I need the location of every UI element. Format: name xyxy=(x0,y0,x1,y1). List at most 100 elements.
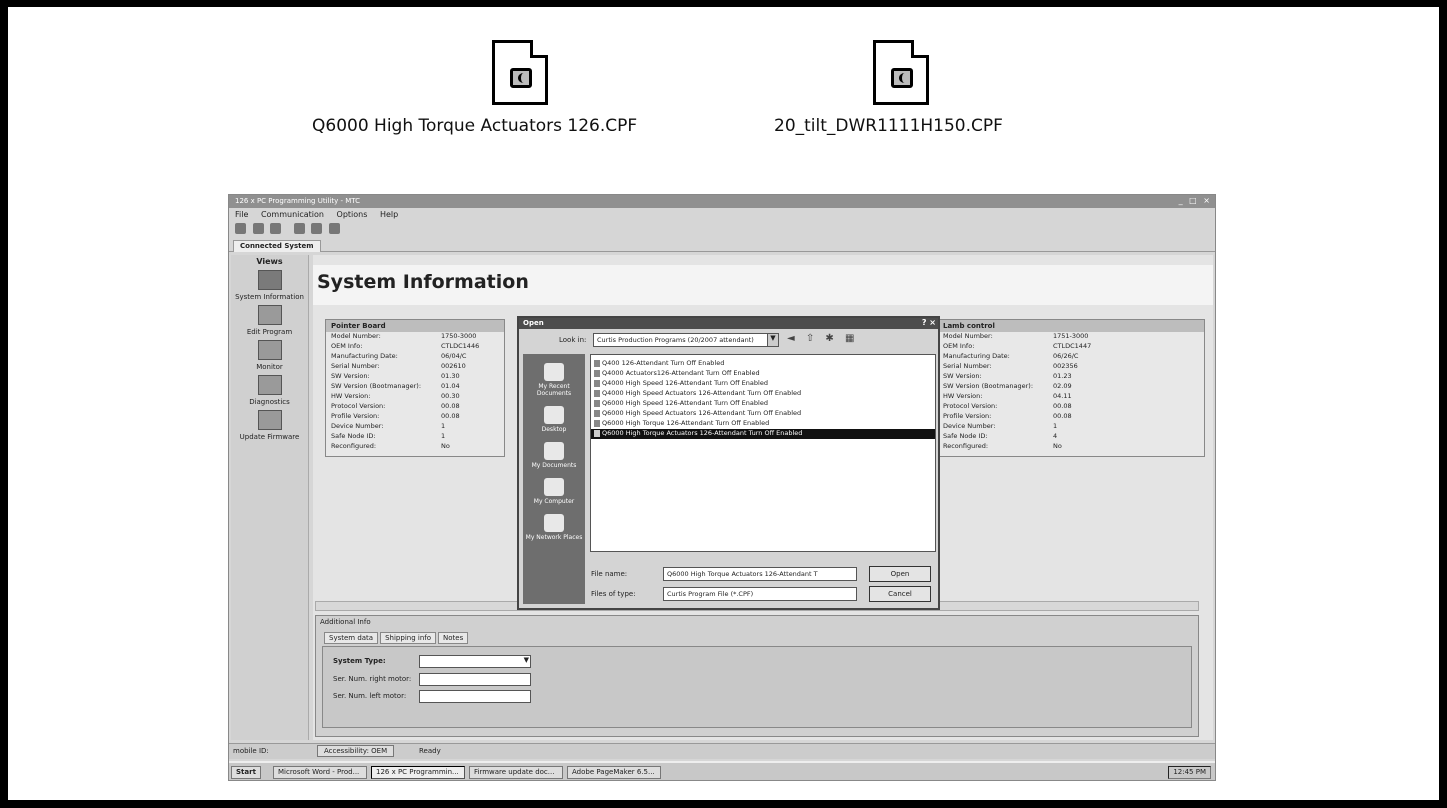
look-in-select[interactable]: Curtis Production Programs (20/2007 atte… xyxy=(593,333,779,347)
list-item[interactable]: Q6000 High Speed 126-Attendant Turn Off … xyxy=(591,399,935,409)
file-name-input[interactable]: Q6000 High Torque Actuators 126-Attendan… xyxy=(663,567,857,581)
toolbar xyxy=(229,221,1215,239)
app-title: 126 x PC Programming Utility - MTC xyxy=(235,197,361,205)
task-programming-utility[interactable]: 126 x PC Programmin... xyxy=(371,766,465,779)
right-info-panel: Lamb control Model Number: 1751-3000 OEM I… xyxy=(937,319,1205,457)
info-key: Protocol Version: xyxy=(331,402,386,410)
cancel-button[interactable]: Cancel xyxy=(869,586,931,602)
network-places-icon xyxy=(544,514,564,532)
left-panel-title: Pointer Board xyxy=(326,320,504,332)
info-key: OEM Info: xyxy=(331,342,363,350)
info-value: 002610 xyxy=(441,362,466,370)
system-type-select[interactable]: ▼ xyxy=(419,655,531,668)
status-mobile-id: mobile ID: xyxy=(233,747,269,755)
view-system-information[interactable]: System Information xyxy=(231,270,308,301)
info-value: 00.08 xyxy=(1053,402,1072,410)
info-value: 002356 xyxy=(1053,362,1078,370)
desktop-icon xyxy=(544,406,564,424)
info-value: 01.23 xyxy=(1053,372,1072,380)
info-value: No xyxy=(441,442,450,450)
right-panel-title: Lamb control xyxy=(938,320,1204,332)
info-row: Protocol Version: 00.08 xyxy=(938,402,1204,412)
open-icon[interactable] xyxy=(293,223,305,234)
statusbar: mobile ID: Accessibility: OEM Ready xyxy=(229,743,1215,759)
list-item-selected[interactable]: Q6000 High Torque Actuators 126-Attendan… xyxy=(591,429,935,439)
info-row: Safe Node ID: 4 xyxy=(938,432,1204,442)
info-row: Protocol Version: 00.08 xyxy=(326,402,504,412)
info-row: SW Version: 01.23 xyxy=(938,372,1204,382)
place-my-computer[interactable]: My Computer xyxy=(523,478,585,505)
info-value: No xyxy=(1053,442,1062,450)
left-info-panel: Pointer Board Model Number: 1750-3000 OEM … xyxy=(325,319,505,457)
info-key: Model Number: xyxy=(943,332,993,340)
info-value: 06/04/C xyxy=(441,352,467,360)
settings-icon[interactable] xyxy=(270,223,282,234)
system-type-label: System Type: xyxy=(333,657,386,665)
cpf-file-icon[interactable] xyxy=(873,40,929,105)
menu-file[interactable]: File xyxy=(235,210,248,219)
cpf-file-icon[interactable] xyxy=(492,40,548,105)
list-item[interactable]: Q6000 High Speed Actuators 126-Attendant… xyxy=(591,409,935,419)
info-row: HW Version: 04.11 xyxy=(938,392,1204,402)
monitor-icon xyxy=(257,340,282,360)
info-value: CTLDC1447 xyxy=(1053,342,1092,350)
subtabs: System data Shipping info Notes xyxy=(324,632,470,644)
list-item[interactable]: Q400 126-Attendant Turn Off Enabled xyxy=(591,359,935,369)
menu-help[interactable]: Help xyxy=(380,210,398,219)
dialog-close-button[interactable]: ? × xyxy=(922,318,936,327)
info-key: Serial Number: xyxy=(943,362,992,370)
additional-info-panel: Additional Info System data Shipping info… xyxy=(315,615,1199,737)
tab-shipping-info[interactable]: Shipping info xyxy=(380,632,436,644)
tab-notes[interactable]: Notes xyxy=(438,632,469,644)
task-firmware-doc[interactable]: Firmware update doc... xyxy=(469,766,563,779)
place-desktop[interactable]: Desktop xyxy=(523,406,585,433)
disconnect-icon[interactable] xyxy=(252,223,264,234)
print-icon[interactable] xyxy=(328,223,340,234)
window-controls[interactable]: _ □ × xyxy=(1179,196,1212,205)
diagnostics-icon xyxy=(257,375,282,395)
look-in-label: Look in: xyxy=(559,336,587,344)
view-diagnostics[interactable]: Diagnostics xyxy=(231,375,308,406)
info-row: Reconfigured: No xyxy=(326,442,504,452)
info-value: 01.04 xyxy=(441,382,460,390)
place-network-places[interactable]: My Network Places xyxy=(523,514,585,541)
info-key: Manufacturing Date: xyxy=(943,352,1010,360)
start-button[interactable]: Start xyxy=(231,766,261,779)
list-item[interactable]: Q4000 High Speed Actuators 126-Attendant… xyxy=(591,389,935,399)
list-item[interactable]: Q4000 Actuators126-Attendant Turn Off En… xyxy=(591,369,935,379)
save-icon[interactable] xyxy=(311,223,323,234)
connect-icon[interactable] xyxy=(235,223,246,234)
place-recent-documents[interactable]: My Recent Documents xyxy=(523,363,585,397)
task-pagemaker[interactable]: Adobe PageMaker 6.5... xyxy=(567,766,661,779)
info-row: Profile Version: 00.08 xyxy=(938,412,1204,422)
info-key: Reconfigured: xyxy=(943,442,989,450)
info-key: Profile Version: xyxy=(943,412,992,420)
system-tray: 12:45 PM xyxy=(1168,766,1211,779)
file-name-label: File name: xyxy=(591,570,628,578)
list-item[interactable]: Q6000 High Torque 126-Attendant Turn Off… xyxy=(591,419,935,429)
tray-clock: 12:45 PM xyxy=(1173,768,1206,776)
info-row: OEM Info: CTLDC1446 xyxy=(326,342,504,352)
view-monitor[interactable]: Monitor xyxy=(231,340,308,371)
ser-num-left-input[interactable] xyxy=(419,690,531,703)
open-button[interactable]: Open xyxy=(869,566,931,582)
dialog-titlebar: Open ? × xyxy=(519,318,938,329)
ser-num-right-input[interactable] xyxy=(419,673,531,686)
task-word[interactable]: Microsoft Word - Prod... xyxy=(273,766,367,779)
view-update-firmware[interactable]: Update Firmware xyxy=(231,410,308,441)
tab-system-data[interactable]: System data xyxy=(324,632,379,644)
file-label-2: 20_tilt_DWR1111H150.CPF xyxy=(774,116,1003,136)
ser-num-left-label: Ser. Num. left motor: xyxy=(333,692,407,700)
menu-communication[interactable]: Communication xyxy=(261,210,324,219)
view-edit-program[interactable]: Edit Program xyxy=(231,305,308,336)
file-type-select[interactable]: Curtis Program File (*.CPF) xyxy=(663,587,857,601)
menu-options[interactable]: Options xyxy=(337,210,368,219)
list-item[interactable]: Q4000 High Speed 126-Attendant Turn Off … xyxy=(591,379,935,389)
info-row: Manufacturing Date: 06/04/C xyxy=(326,352,504,362)
place-my-documents[interactable]: My Documents xyxy=(523,442,585,469)
dialog-nav-icons[interactable]: ◄ ⇧ ✱ ▦ xyxy=(787,333,858,344)
tab-connected-system[interactable]: Connected System xyxy=(233,240,321,252)
info-value: 00.08 xyxy=(441,402,460,410)
info-row: OEM Info: CTLDC1447 xyxy=(938,342,1204,352)
taskbar: Start Microsoft Word - Prod... 126 x PC … xyxy=(229,761,1215,780)
